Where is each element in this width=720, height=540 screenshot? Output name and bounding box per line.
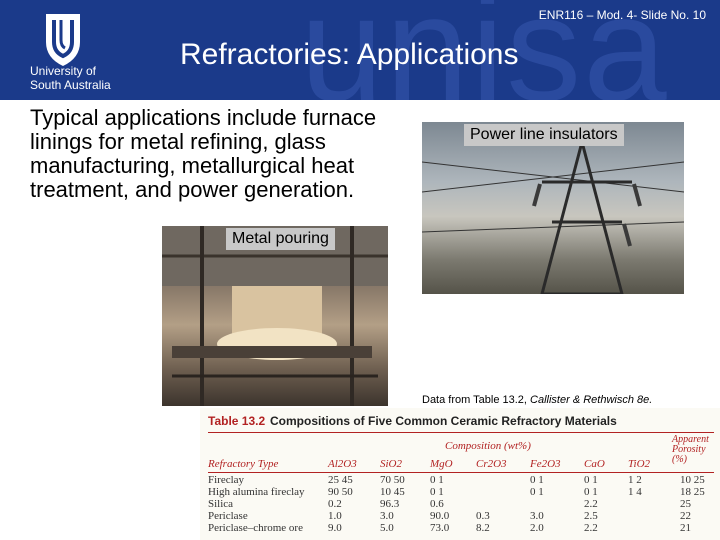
- table-title: Compositions of Five Common Ceramic Refr…: [270, 414, 617, 428]
- table-cell: 90 50: [328, 486, 353, 498]
- logo-line-2: South Australia: [30, 78, 111, 92]
- source-citation: Callister & Rethwisch 8e.: [530, 394, 653, 406]
- table-cell: 8.2: [476, 522, 490, 534]
- table-cell: 22: [680, 510, 691, 522]
- power-line-insulators-photo: [422, 122, 684, 294]
- table-cell: 0 1: [584, 474, 598, 486]
- source-prefix: Data from Table 13.2,: [422, 394, 531, 406]
- table-cell: 73.0: [430, 522, 450, 534]
- table-cell: 21: [680, 522, 691, 534]
- table-cell: 0.6: [430, 498, 444, 510]
- table-cell: 0 1: [530, 486, 544, 498]
- composition-header: Composition (wt%): [445, 440, 531, 452]
- column-header: TiO2: [628, 458, 651, 470]
- table-cell: 0 1: [430, 486, 444, 498]
- column-header: Fe2O3: [530, 458, 561, 470]
- row-label: Periclase: [208, 510, 248, 522]
- foundry-illustration: [162, 226, 388, 406]
- table-cell: 10 45: [380, 486, 405, 498]
- metal-pouring-caption: Metal pouring: [226, 228, 335, 250]
- table-label: Table 13.2: [208, 414, 266, 428]
- row-label: High alumina fireclay: [208, 486, 305, 498]
- table-cell: 5.0: [380, 522, 394, 534]
- slide-number: ENR116 – Mod. 4- Slide No. 10: [538, 8, 706, 22]
- column-header: MgO: [430, 458, 453, 470]
- table-cell: 0 1: [584, 486, 598, 498]
- table-cell: 25 45: [328, 474, 353, 486]
- table-cell: 3.0: [380, 510, 394, 522]
- table-cell: 0.3: [476, 510, 490, 522]
- table-cell: 25: [680, 498, 691, 510]
- table-cell: 96.3: [380, 498, 400, 510]
- slide-header: unisa University of South Australia ENR1…: [0, 0, 720, 100]
- table-cell: 0 1: [530, 474, 544, 486]
- table-cell: 90.0: [430, 510, 450, 522]
- column-header: Refractory Type: [208, 458, 279, 470]
- table-cell: 0.2: [328, 498, 342, 510]
- porosity-header: Apparent Porosity (%): [672, 434, 709, 465]
- table-cell: 70 50: [380, 474, 405, 486]
- power-line-caption: Power line insulators: [464, 124, 624, 146]
- column-header: Al2O3: [328, 458, 357, 470]
- table-rule: [208, 432, 714, 433]
- body-paragraph: Typical applications include furnace lin…: [30, 105, 377, 202]
- power-tower-illustration: [422, 136, 684, 294]
- composition-table: Table 13.2 Compositions of Five Common C…: [200, 408, 720, 540]
- slide-title: Refractories: Applications: [180, 38, 519, 71]
- table-cell: 9.0: [328, 522, 342, 534]
- table-cell: 18 25: [680, 486, 705, 498]
- column-header: Cr2O3: [476, 458, 507, 470]
- row-label: Fireclay: [208, 474, 245, 486]
- table-cell: 2.5: [584, 510, 598, 522]
- university-name: University of South Australia: [30, 64, 111, 92]
- logo-line-1: University of: [30, 64, 97, 78]
- table-cell: 1 4: [628, 486, 642, 498]
- table-cell: 2.2: [584, 498, 598, 510]
- table-cell: 2.2: [584, 522, 598, 534]
- table-cell: 2.0: [530, 522, 544, 534]
- column-header: SiO2: [380, 458, 402, 470]
- table-cell: 10 25: [680, 474, 705, 486]
- table-cell: 3.0: [530, 510, 544, 522]
- row-label: Silica: [208, 498, 234, 510]
- table-cell: 1 2: [628, 474, 642, 486]
- table-cell: 1.0: [328, 510, 342, 522]
- row-label: Periclase–chrome ore: [208, 522, 303, 534]
- metal-pouring-photo: [162, 226, 388, 406]
- table-cell: 0 1: [430, 474, 444, 486]
- table-header-rule: [208, 472, 714, 473]
- column-header: CaO: [584, 458, 605, 470]
- data-source-note: Data from Table 13.2, Callister & Rethwi…: [422, 394, 652, 406]
